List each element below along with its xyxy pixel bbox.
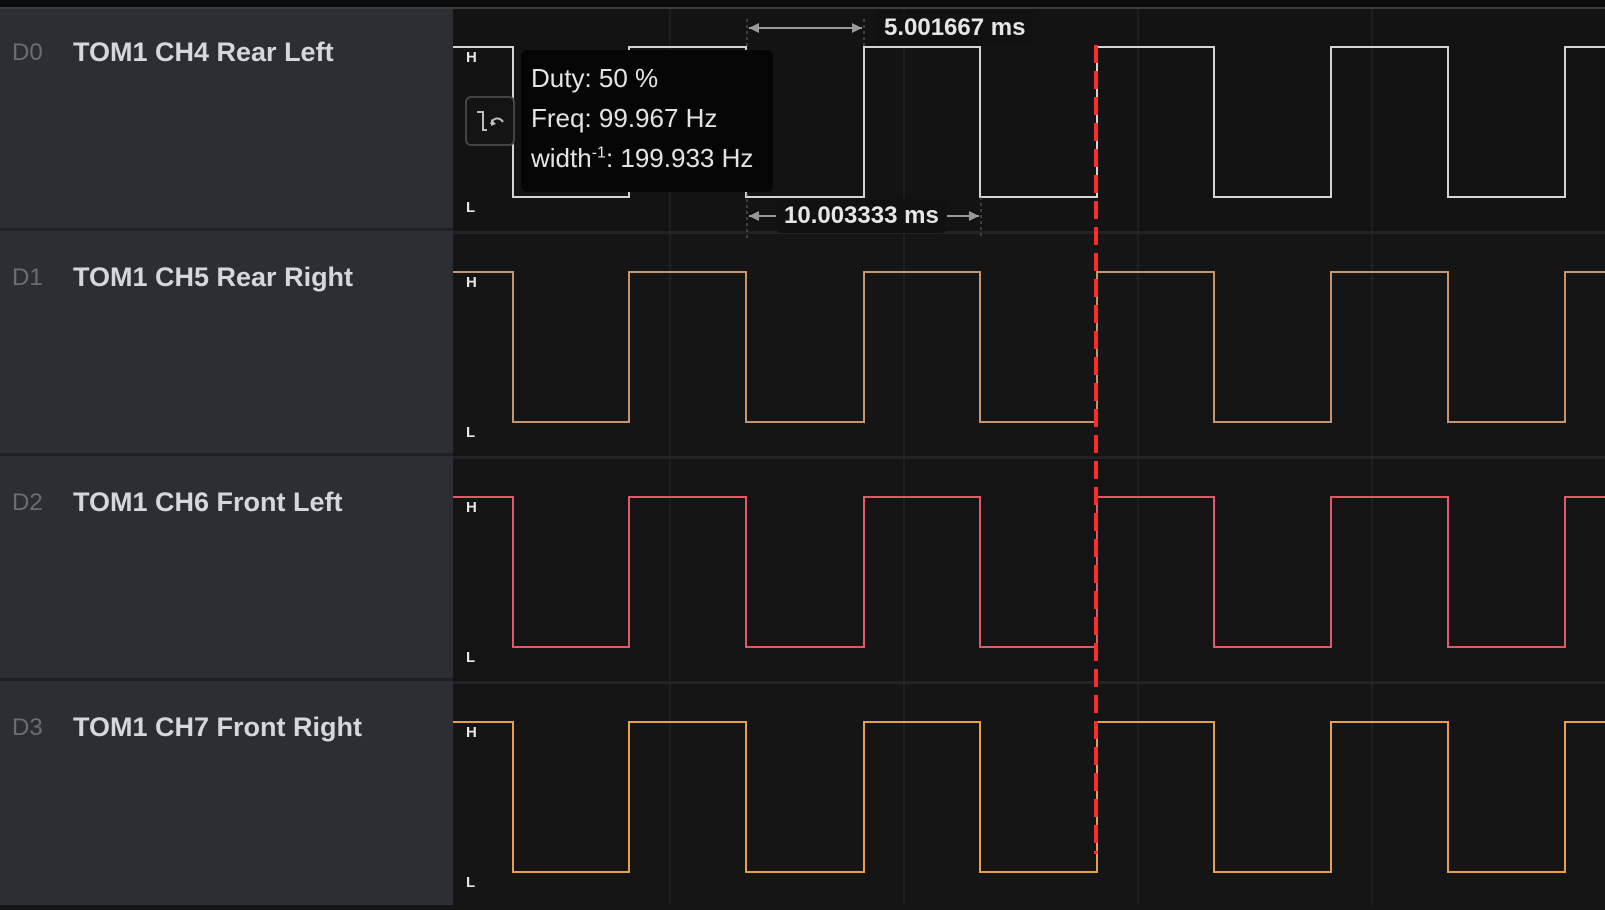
level-h-d1: H — [466, 274, 477, 291]
pulse-width-label: 5.001667 ms — [876, 11, 1034, 45]
channel-name[interactable]: TOM1 CH6 Front Left — [73, 487, 343, 518]
channel-id: D0 — [12, 39, 43, 66]
channel-name[interactable]: TOM1 CH7 Front Right — [73, 712, 362, 743]
channel-name[interactable]: TOM1 CH4 Rear Left — [73, 37, 334, 68]
level-l-d2: L — [466, 649, 475, 666]
channel-name[interactable]: TOM1 CH5 Rear Right — [73, 262, 353, 293]
period-label: 10.003333 ms — [776, 199, 947, 233]
duty-readout: Duty: 50 % — [531, 63, 659, 93]
level-h-d0: H — [466, 49, 477, 66]
channel-row-d1[interactable]: D1 TOM1 CH5 Rear Right — [0, 234, 453, 456]
level-l-d1: L — [466, 424, 475, 441]
channel-id: D3 — [12, 714, 43, 741]
channel-row-d2[interactable]: D2 TOM1 CH6 Front Left — [0, 459, 453, 681]
level-l-d3: L — [466, 874, 475, 891]
level-h-d2: H — [466, 499, 477, 516]
width-value: : 199.933 Hz — [605, 143, 754, 173]
edge-trigger-icon — [477, 111, 504, 131]
channel-row-d0[interactable]: D0 TOM1 CH4 Rear Left — [0, 9, 453, 231]
edge-trigger-button[interactable] — [465, 96, 515, 146]
channel-id: D1 — [12, 264, 43, 291]
width-inverse-readout: width-1: 199.933 Hz — [531, 143, 753, 174]
channel-id: D2 — [12, 489, 43, 516]
width-label: width — [531, 143, 592, 173]
top-bar — [0, 0, 1605, 9]
frequency-readout: Freq: 99.967 Hz — [531, 103, 718, 133]
channel-row-d3[interactable]: D3 TOM1 CH7 Front Right — [0, 684, 453, 905]
level-l-d0: L — [466, 199, 475, 216]
level-h-d3: H — [466, 724, 477, 741]
width-exponent: -1 — [591, 144, 606, 162]
measurement-tooltip: Duty: 50 % Freq: 99.967 Hz width-1: 199.… — [521, 50, 773, 192]
channel-labels-panel: D0 TOM1 CH4 Rear Left D1 TOM1 CH5 Rear R… — [0, 9, 453, 905]
